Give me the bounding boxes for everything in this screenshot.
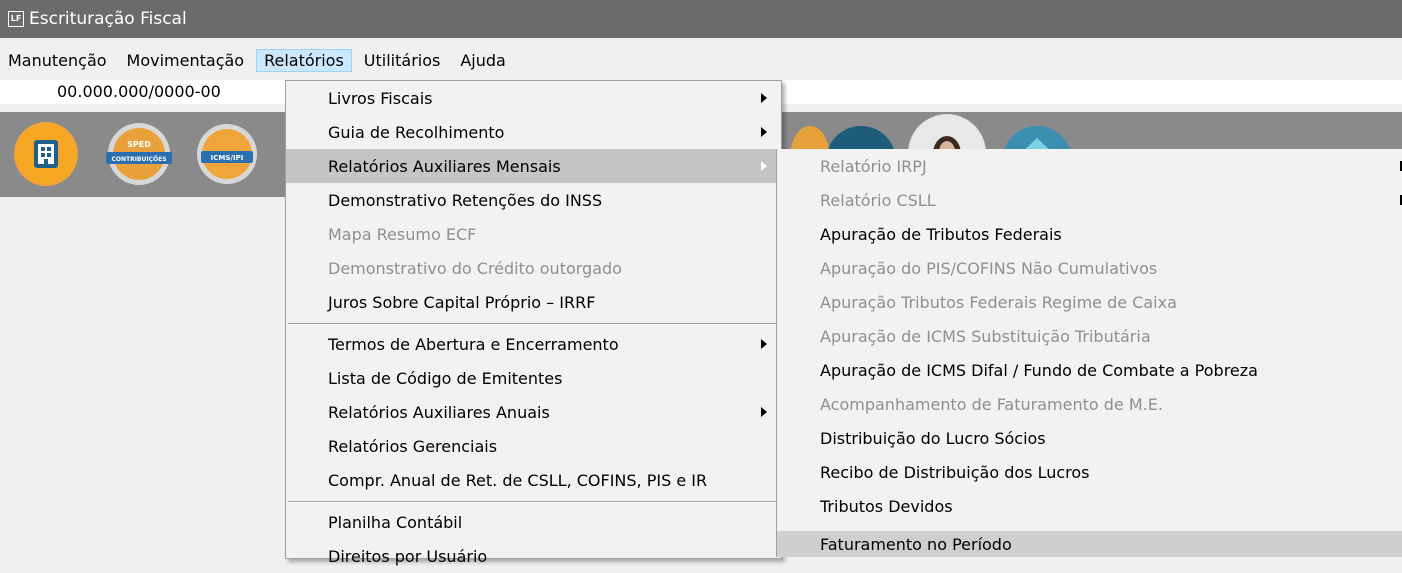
cnpj-field: 00.000.000/0000-00	[57, 82, 221, 101]
menu-item-direitos-usuario[interactable]: Direitos por Usuário	[286, 539, 781, 573]
menu-bar: Manutenção Movimentação Relatórios Utili…	[0, 46, 1402, 74]
menu-separator	[288, 501, 779, 503]
sped-contribuicoes-icon[interactable]: SPED CONTRIBUIÇÕES	[102, 122, 172, 186]
submenu-item-relatorio-csll: Relatório CSLL	[777, 183, 1402, 217]
submenu-arrow-icon	[761, 161, 767, 171]
submenu-arrow-icon	[761, 93, 767, 103]
menu-item-juros-capital[interactable]: Juros Sobre Capital Próprio – IRRF	[286, 285, 781, 319]
submenu-arrow-icon	[761, 339, 767, 349]
menu-item-mapa-resumo-ecf: Mapa Resumo ECF	[328, 224, 477, 244]
submenu-item-pis-cofins: Apuração do PIS/COFINS Não Cumulativos	[820, 258, 1158, 278]
window-title: Escrituração Fiscal	[29, 9, 187, 29]
menu-manutencao[interactable]: Manutenção	[0, 49, 115, 72]
menu-item-relatorios-aux-anuais[interactable]: Relatórios Auxiliares Anuais	[286, 395, 781, 429]
menu-movimentacao[interactable]: Movimentação	[119, 49, 253, 72]
menu-item-planilha-contabil[interactable]: Planilha Contábil	[286, 505, 781, 539]
submenu-item-icms-difal[interactable]: Apuração de ICMS Difal / Fundo de Combat…	[777, 353, 1402, 387]
icms-ipi-label: ICMS/IPI	[211, 154, 244, 162]
sped-label-top: SPED	[127, 140, 151, 149]
menu-item-lista-emitentes[interactable]: Lista de Código de Emitentes	[286, 361, 781, 395]
submenu-item-icms-st: Apuração de ICMS Substituição Tributária	[820, 326, 1151, 346]
menu-item-relatorios-gerenciais[interactable]: Relatórios Gerenciais	[286, 429, 781, 463]
sped-label-bottom: CONTRIBUIÇÕES	[111, 156, 166, 163]
submenu-item-acompanhamento-faturamento: Acompanhamento de Faturamento de M.E.	[820, 394, 1163, 414]
menu-utilitarios[interactable]: Utilitários	[356, 49, 449, 72]
menu-ajuda[interactable]: Ajuda	[452, 49, 514, 72]
title-bar: LF Escrituração Fiscal	[0, 0, 1402, 38]
submenu-item-apuracao-tributos-federais[interactable]: Apuração de Tributos Federais	[777, 217, 1402, 251]
menu-item-retencoes-inss[interactable]: Demonstrativo Retenções do INSS	[286, 183, 781, 217]
submenu-arrow-icon	[761, 127, 767, 137]
menu-item-compr-anual[interactable]: Compr. Anual de Ret. de CSLL, COFINS, PI…	[286, 463, 781, 497]
submenu-item-relatorio-irpj: Relatório IRPJ	[777, 149, 1402, 183]
relatorios-menu: Livros Fiscais Guia de Recolhimento Rela…	[285, 80, 782, 566]
menu-relatorios[interactable]: Relatórios	[256, 48, 352, 72]
submenu-item-regime-caixa: Apuração Tributos Federais Regime de Cai…	[820, 292, 1177, 312]
submenu-arrow-icon	[761, 407, 767, 417]
menu-item-termos-abertura[interactable]: Termos de Abertura e Encerramento	[286, 327, 781, 361]
menu-item-guia-recolhimento[interactable]: Guia de Recolhimento	[286, 115, 781, 149]
app-icon: LF	[8, 11, 24, 27]
submenu-item-recibo-distribuicao[interactable]: Recibo de Distribuição dos Lucros	[777, 455, 1402, 489]
menu-item-livros-fiscais[interactable]: Livros Fiscais	[286, 81, 781, 115]
submenu-item-faturamento-periodo[interactable]: Faturamento no Período	[777, 531, 1402, 557]
company-icon[interactable]	[14, 122, 78, 186]
menu-item-credito-outorgado: Demonstrativo do Crédito outorgado	[328, 258, 622, 278]
menu-item-relatorios-aux-mensais[interactable]: Relatórios Auxiliares Mensais	[286, 149, 781, 183]
submenu-item-distribuicao-lucro[interactable]: Distribuição do Lucro Sócios	[777, 421, 1402, 455]
submenu-item-tributos-devidos[interactable]: Tributos Devidos	[777, 489, 1402, 523]
relatorios-aux-mensais-submenu: Relatório IRPJ Relatório CSLL Apuração d…	[776, 149, 1402, 557]
icms-ipi-icon[interactable]: ICMS/IPI	[195, 122, 259, 186]
menu-separator	[288, 323, 779, 325]
